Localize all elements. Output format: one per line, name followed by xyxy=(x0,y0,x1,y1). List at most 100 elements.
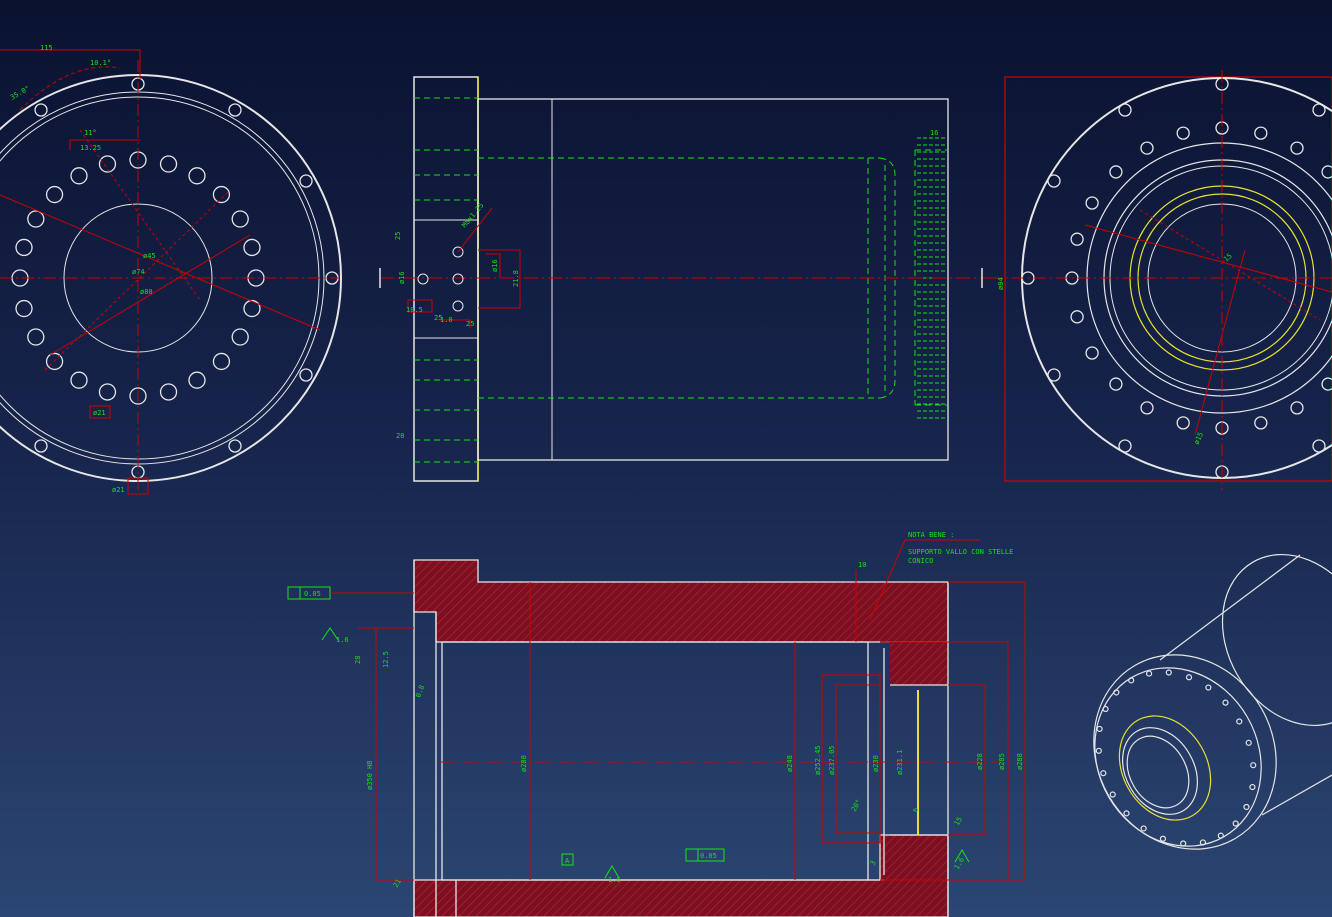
bolt-hole xyxy=(1321,165,1332,179)
bolt-hole xyxy=(1176,126,1190,140)
bolt-hole xyxy=(34,103,48,117)
dim-label: 3 xyxy=(869,859,878,867)
dim-label: ø230 xyxy=(872,755,880,772)
bolt-hole xyxy=(1145,670,1153,677)
dim-label: ø285 xyxy=(998,753,1006,770)
bolt-hole xyxy=(1096,725,1103,733)
roughness-label: 1.6 xyxy=(336,636,349,644)
bolt-hole xyxy=(299,368,313,382)
dim-label: ø16 xyxy=(398,271,406,284)
roughness-label: 0.8 xyxy=(414,684,426,699)
bolt-hole xyxy=(159,383,178,401)
dim-label: 20 xyxy=(396,432,404,440)
note-line-1: SUPPORTO VALLO CON STELLE xyxy=(908,548,1013,556)
bolt-hole xyxy=(98,383,117,401)
bolt-hole xyxy=(188,371,206,389)
dim-label: ø21 xyxy=(93,409,106,417)
bolt-hole xyxy=(70,167,88,185)
dim-label: ø228 xyxy=(976,753,984,770)
dim-label: ø252.45 xyxy=(814,745,822,775)
dim-label: ø248 xyxy=(786,755,794,772)
dim-label: ø94 xyxy=(997,277,1005,290)
dim-label: 12.5 xyxy=(382,651,390,668)
dim-label: ø237.05 xyxy=(828,745,836,775)
bolt-hole xyxy=(212,185,231,204)
bolt-hole xyxy=(299,174,313,188)
bolt-hole xyxy=(1205,684,1212,691)
bolt-hole xyxy=(45,185,64,204)
dim-label: ø288 xyxy=(1016,753,1024,770)
bolt-hole xyxy=(1070,232,1084,246)
bolt-hole xyxy=(1047,174,1061,188)
cad-drawing: 115 10.1° 35.0° 13.25 11° ø45 ø74 ø80 ø2… xyxy=(0,44,1332,917)
roughness-label: 1.6 xyxy=(953,856,966,871)
dim-label: 21 xyxy=(392,878,403,889)
datum-label: A xyxy=(565,857,570,865)
bolt-hole xyxy=(1159,835,1167,842)
bolt-hole xyxy=(188,167,206,185)
dim-label: ø231.1 xyxy=(896,750,904,775)
dim-label: ø16 xyxy=(491,259,499,272)
bolt-hole xyxy=(15,238,33,257)
dim-label: 13.25 xyxy=(80,144,101,152)
bolt-hole xyxy=(243,238,261,257)
bolt-hole xyxy=(1118,439,1132,453)
note-line-2: CONICO xyxy=(908,557,933,565)
dim-label: ø45 xyxy=(143,252,156,260)
dim-label: 15 xyxy=(953,816,964,827)
bolt-hole xyxy=(231,328,249,346)
bolt-hole xyxy=(228,103,242,117)
bolt-hole xyxy=(1312,439,1326,453)
bolt-hole xyxy=(1100,770,1107,777)
bolt-hole xyxy=(1113,689,1120,696)
bolt-hole xyxy=(1176,416,1190,430)
bolt-hole xyxy=(1109,377,1123,391)
left-flange-view xyxy=(0,49,342,495)
bolt-hole xyxy=(1047,368,1061,382)
bolt-hole xyxy=(1085,346,1099,360)
dim-label: 11° xyxy=(84,129,97,137)
bolt-hole xyxy=(15,299,33,318)
dim-label: 20° xyxy=(850,798,863,813)
bolt-hole xyxy=(1123,810,1130,817)
dim-label: 16 xyxy=(930,129,938,137)
bolt-hole xyxy=(1236,718,1243,725)
dim-label: 6 xyxy=(912,808,920,812)
bolt-hole xyxy=(1222,699,1229,706)
bolt-hole xyxy=(1140,825,1147,832)
bolt-hole xyxy=(1109,791,1116,798)
dim-label: ø21 xyxy=(112,486,125,494)
tolerance-frame-label: 0.05 xyxy=(304,590,321,598)
dim-label: ø74 xyxy=(132,268,145,276)
bolt-hole xyxy=(27,210,45,228)
roughness-label: 1.6 xyxy=(608,876,621,884)
dim-label: 10 xyxy=(858,561,866,569)
bolt-hole xyxy=(1254,416,1268,430)
dim-label: 35.0° xyxy=(9,84,31,101)
bolt-hole xyxy=(1290,141,1304,155)
dim-label: ø280 xyxy=(520,755,528,772)
bolt-hole xyxy=(1243,803,1250,811)
dim-label: 25 xyxy=(466,320,474,328)
tolerance-frame-label-2: 0.05 xyxy=(700,852,717,860)
dim-label: 25 xyxy=(434,314,442,322)
bolt-hole xyxy=(1312,103,1326,117)
dim-label: 21.8 xyxy=(512,270,520,287)
bolt-hole xyxy=(34,439,48,453)
bolt-hole xyxy=(1245,739,1252,746)
bolt-hole xyxy=(1321,377,1332,391)
note-title: NOTA BENE : xyxy=(908,531,954,539)
dim-label: 10.5 xyxy=(406,306,423,314)
bolt-hole xyxy=(1232,820,1239,827)
bolt-hole xyxy=(1070,310,1084,324)
section-view xyxy=(287,539,1026,917)
bolt-hole xyxy=(1250,762,1257,769)
bolt-hole xyxy=(1109,165,1123,179)
bolt-hole xyxy=(1095,747,1102,754)
bolt-hole xyxy=(1102,705,1109,713)
bolt-hole xyxy=(243,299,261,318)
bolt-hole xyxy=(1128,677,1135,684)
bolt-hole xyxy=(1249,783,1256,791)
bolt-hole xyxy=(1217,832,1224,839)
bolt-hole xyxy=(1180,840,1187,847)
